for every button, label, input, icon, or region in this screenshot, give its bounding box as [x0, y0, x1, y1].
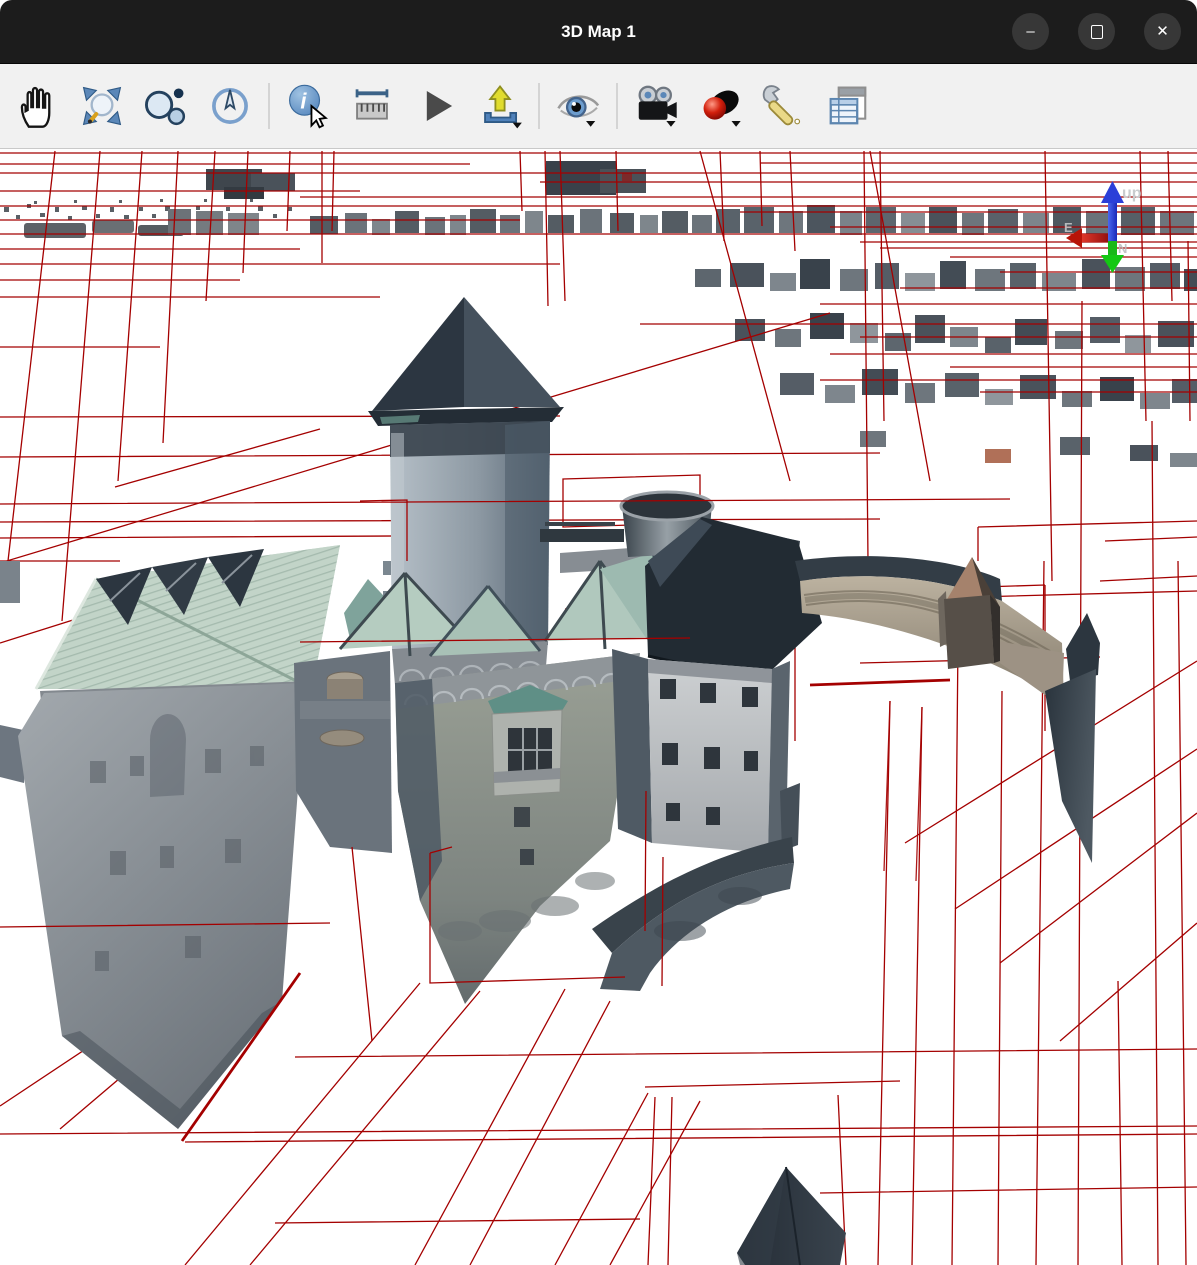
play-animation-button[interactable]: [407, 71, 465, 141]
axis-north-label: N: [1118, 241, 1127, 256]
close-icon: ✕: [1156, 24, 1169, 39]
identify-button[interactable]: i: [279, 71, 337, 141]
map-3d-viewport[interactable]: up E N: [0, 149, 1197, 1265]
circles-icon: [143, 83, 189, 129]
compass-button[interactable]: [201, 71, 259, 141]
report-panel-button[interactable]: [819, 71, 877, 141]
minimize-button[interactable]: –: [1012, 13, 1049, 50]
distant-city: [4, 161, 1197, 467]
maximize-button[interactable]: [1078, 13, 1115, 50]
report-icon: [825, 83, 871, 129]
toolbar-separator: [538, 83, 540, 129]
wrench-icon: [761, 83, 807, 129]
close-button[interactable]: ✕: [1144, 13, 1181, 50]
dropdown-arrow-icon: [666, 121, 675, 127]
title-bar[interactable]: 3D Map 1 – ✕: [0, 0, 1197, 64]
record-camera-button[interactable]: [627, 71, 685, 141]
view-visibility-button[interactable]: [549, 71, 607, 141]
measure-line-button[interactable]: [343, 71, 401, 141]
zoom-full-icon: [79, 83, 125, 129]
export-icon: [477, 83, 523, 129]
pan-tool-button[interactable]: [9, 71, 67, 141]
stereo-view-button[interactable]: [691, 71, 749, 141]
zoom-full-button[interactable]: [73, 71, 131, 141]
play-icon: [413, 83, 459, 129]
castle-model: [0, 297, 1100, 1265]
compass-icon: [207, 83, 253, 129]
toolbar-separator: [268, 83, 270, 129]
scene-canvas: up E N: [0, 149, 1197, 1265]
movie-camera-icon: [633, 83, 679, 129]
hand-icon: [15, 83, 61, 129]
eye-icon: [555, 83, 601, 129]
dropdown-arrow-icon: [513, 123, 522, 129]
minimize-icon: –: [1026, 24, 1034, 39]
toolbar: i: [0, 64, 1197, 149]
axis-up-arrow: [1108, 197, 1117, 241]
select-circles-button[interactable]: [137, 71, 195, 141]
ruler-icon: [349, 83, 395, 129]
app-window: 3D Map 1 – ✕: [0, 0, 1197, 1264]
axis-east-label: E: [1064, 220, 1073, 235]
maximize-icon: [1091, 25, 1103, 39]
axis-up-label: up: [1122, 185, 1142, 202]
dropdown-arrow-icon: [586, 121, 595, 127]
identify-icon: i: [285, 83, 331, 129]
settings-wrench-button[interactable]: [755, 71, 813, 141]
toolbar-separator: [616, 83, 618, 129]
stereo-ball-icon: [697, 83, 743, 129]
dropdown-arrow-icon: [732, 121, 741, 127]
svg-text:i: i: [300, 88, 307, 113]
export-scene-button[interactable]: [471, 71, 529, 141]
